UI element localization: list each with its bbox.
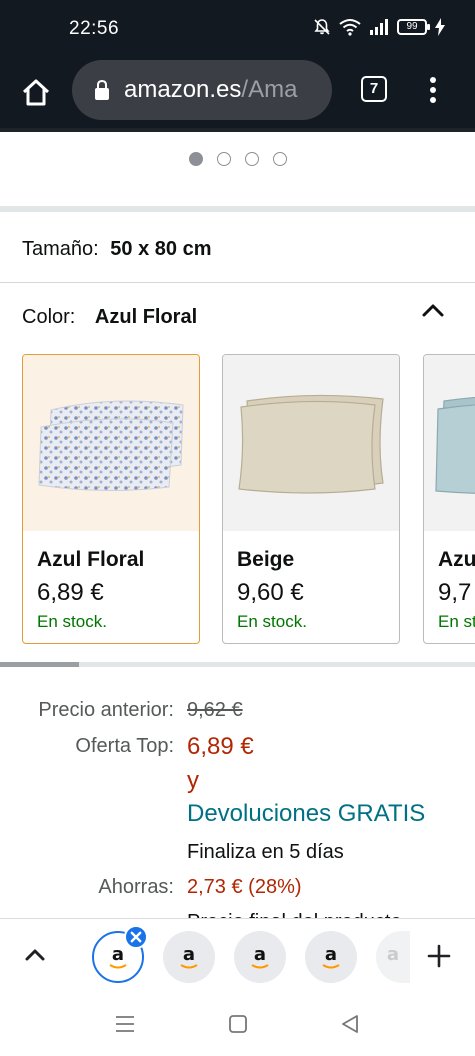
swatch-stock: En stock. bbox=[37, 612, 107, 631]
swatch-image bbox=[223, 355, 399, 531]
home-icon[interactable] bbox=[20, 76, 52, 108]
amazon-logo-icon: a bbox=[182, 943, 196, 965]
offer-ends-text: Finaliza en 5 días bbox=[187, 841, 344, 863]
overflow-menu-icon[interactable] bbox=[428, 76, 438, 104]
signal-icon bbox=[370, 19, 388, 35]
tab-amazon-faded[interactable]: a bbox=[376, 931, 410, 983]
page-load-bar bbox=[0, 128, 475, 132]
savings-label: Ahorras: bbox=[98, 876, 174, 898]
url-host: amazon.es bbox=[124, 76, 242, 103]
tab-switcher-button[interactable]: 7 bbox=[361, 76, 387, 102]
new-tab-plus-icon[interactable] bbox=[426, 943, 452, 969]
amazon-smile-icon bbox=[180, 964, 198, 969]
amazon-smile-icon bbox=[251, 964, 269, 969]
carousel-dot-1[interactable] bbox=[188, 152, 203, 166]
amazon-logo-icon: a bbox=[324, 943, 338, 965]
browser-toolbar: amazon.es/Ama 7 bbox=[0, 60, 475, 130]
swatch-price: 6,89 € bbox=[37, 579, 104, 606]
tab-strip: a a a a a bbox=[0, 918, 475, 992]
swatch-price: 9,7 bbox=[438, 579, 472, 606]
previous-price-label: Precio anterior: bbox=[38, 699, 174, 721]
color-label: Color: bbox=[22, 306, 76, 328]
swatch-stock: En st bbox=[438, 612, 475, 631]
free-returns-link[interactable]: Devoluciones GRATIS bbox=[187, 800, 425, 828]
home-nav-icon[interactable] bbox=[228, 1014, 248, 1034]
url-text: amazon.es/Ama bbox=[124, 76, 297, 104]
tab-amazon[interactable]: a bbox=[163, 931, 215, 983]
chevron-up-icon[interactable] bbox=[24, 947, 46, 963]
section-divider bbox=[0, 282, 475, 283]
lock-icon bbox=[95, 79, 109, 100]
color-selector-header: Color: Azul Floral bbox=[22, 306, 197, 329]
offer-label: Oferta Top: bbox=[75, 735, 174, 757]
color-swatch-beige[interactable]: Beige 9,60 € En stock. bbox=[222, 354, 400, 644]
size-selector[interactable]: Tamaño: 50 x 80 cm bbox=[22, 238, 211, 261]
color-value: Azul Floral bbox=[94, 306, 198, 328]
size-label: Tamaño: bbox=[22, 238, 99, 260]
color-swatch-list: Azul Floral 6,89 € En stock. Beige 9,60 … bbox=[22, 354, 475, 646]
amazon-smile-icon bbox=[109, 964, 127, 969]
color-swatch-azul-floral[interactable]: Azul Floral 6,89 € En stock. bbox=[22, 354, 200, 644]
swatch-name: Beige bbox=[237, 548, 295, 571]
chevron-up-icon[interactable] bbox=[420, 300, 446, 320]
status-icons: 99 bbox=[313, 18, 445, 36]
amazon-logo-icon: a bbox=[386, 943, 400, 965]
recent-apps-icon[interactable] bbox=[114, 1014, 136, 1034]
size-value: 50 x 80 cm bbox=[110, 238, 212, 260]
wifi-icon bbox=[339, 19, 361, 36]
address-bar[interactable]: amazon.es/Ama bbox=[72, 60, 332, 120]
amazon-logo-icon: a bbox=[253, 943, 267, 965]
charging-bolt-icon bbox=[435, 18, 445, 36]
offer-price: 6,89 € bbox=[187, 733, 254, 760]
swatch-image bbox=[23, 355, 199, 531]
back-nav-icon[interactable] bbox=[340, 1014, 360, 1034]
carousel-dot-2[interactable] bbox=[216, 152, 231, 166]
swatch-name: Azu bbox=[438, 548, 475, 571]
close-tab-icon[interactable] bbox=[124, 925, 148, 949]
beige-pillow-image bbox=[238, 394, 384, 494]
amazon-smile-icon bbox=[322, 964, 340, 969]
image-carousel-indicator bbox=[0, 152, 475, 166]
carousel-dot-3[interactable] bbox=[244, 152, 259, 166]
tab-amazon[interactable]: a bbox=[234, 931, 286, 983]
system-nav-bar bbox=[0, 992, 475, 1056]
section-divider bbox=[0, 206, 475, 212]
url-path: /Ama bbox=[241, 76, 298, 103]
color-swatch-azul[interactable]: Azu 9,7 En st bbox=[423, 354, 475, 644]
swatch-scroll-thumb[interactable] bbox=[0, 662, 79, 667]
savings-value: 2,73 € (28%) bbox=[187, 876, 302, 898]
swatch-image bbox=[424, 355, 475, 531]
amazon-logo-icon: a bbox=[111, 943, 125, 965]
status-time: 22:56 bbox=[69, 18, 120, 39]
swatch-stock: En stock. bbox=[237, 612, 307, 631]
mute-bell-icon bbox=[314, 19, 330, 35]
carousel-dot-4[interactable] bbox=[272, 152, 287, 166]
floral-pillow-image bbox=[38, 400, 184, 492]
status-bar: 22:56 99 bbox=[0, 0, 475, 60]
previous-price-value: 9,62 € bbox=[187, 699, 243, 721]
battery-icon: 99 bbox=[397, 19, 430, 35]
swatch-price: 9,60 € bbox=[237, 579, 304, 606]
blue-pillow-image bbox=[435, 396, 475, 494]
tab-amazon[interactable]: a bbox=[305, 931, 357, 983]
swatch-name: Azul Floral bbox=[37, 548, 145, 571]
offer-connector: y bbox=[187, 767, 199, 794]
